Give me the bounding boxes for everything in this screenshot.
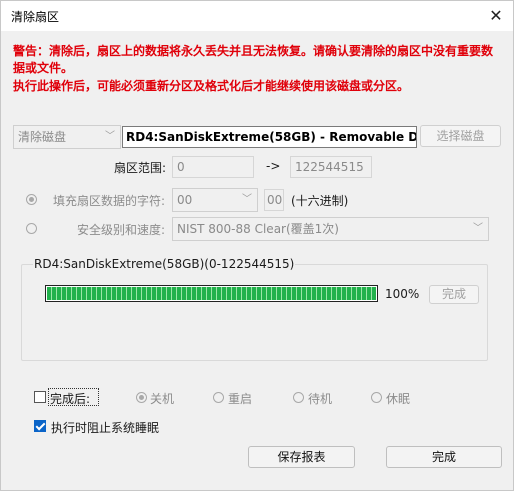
close-icon[interactable]: ✕	[485, 5, 507, 27]
option-restart-radio[interactable]	[213, 392, 224, 403]
after-completion-label: 完成后:	[50, 392, 91, 406]
sector-start-field[interactable]: 0	[172, 156, 254, 178]
progress-done-button[interactable]: 完成	[429, 285, 479, 304]
fill-character-combo[interactable]: 00 ﹀	[172, 188, 258, 212]
fill-character-radio[interactable]	[26, 194, 37, 205]
select-disk-button[interactable]: 选择磁盘	[420, 125, 501, 147]
finish-button[interactable]: 完成	[386, 446, 502, 468]
option-shutdown-radio[interactable]	[136, 392, 147, 403]
fill-hex-field[interactable]: 00	[264, 189, 284, 211]
warning-text-line3: 执行此操作后，可能必须重新分区及格式化后才能继续使用该磁盘或分区。	[13, 79, 410, 93]
chevron-down-icon: ﹀	[473, 223, 483, 234]
progress-group-title: RD4:SanDiskExtreme(58GB)(0-122544515)	[33, 257, 296, 271]
hex-note-label: (十六进制)	[291, 194, 349, 208]
option-standby-label: 待机	[308, 392, 333, 406]
clear-type-combo-value: 清除磁盘	[18, 130, 67, 144]
title-bar: 清除扇区 ✕	[1, 1, 513, 31]
save-report-button[interactable]: 保存报表	[248, 446, 355, 468]
option-hibernate-label: 休眠	[386, 392, 411, 406]
option-standby-radio[interactable]	[293, 392, 304, 403]
clear-type-combo[interactable]: 清除磁盘 ﹀	[13, 125, 121, 149]
chevron-down-icon: ﹀	[105, 131, 115, 142]
selected-disk-field[interactable]: RD4:SanDiskExtreme(58GB) - Removable Dis…	[122, 126, 417, 148]
option-shutdown-label: 关机	[150, 392, 175, 406]
progress-bar-fill	[47, 287, 376, 300]
chevron-down-icon: ﹀	[242, 194, 252, 205]
prevent-sleep-label: 执行时阻止系统睡眠	[51, 421, 160, 435]
security-level-combo-value: NIST 800-88 Clear(覆盖1次)	[177, 222, 339, 236]
prevent-sleep-checkbox[interactable]	[34, 420, 46, 432]
fill-character-label: 填充扇区数据的字符:	[53, 194, 166, 208]
fill-character-combo-value: 00	[177, 193, 193, 207]
warning-text-line2: 据或文件。	[13, 61, 74, 75]
sector-range-label: 扇区范围:	[114, 161, 167, 175]
security-level-combo[interactable]: NIST 800-88 Clear(覆盖1次) ﹀	[172, 217, 489, 241]
after-completion-checkbox[interactable]	[34, 391, 46, 403]
warning-text-line1: 警告：清除后，扇区上的数据将永久丢失并且无法恢复。请确认要清除的扇区中没有重要数	[13, 44, 494, 58]
progress-percent: 100%	[385, 287, 420, 301]
security-level-label: 安全级别和速度:	[77, 223, 166, 237]
progress-group	[21, 264, 488, 361]
sector-range-arrow: ->	[266, 159, 281, 173]
option-restart-label: 重启	[228, 392, 253, 406]
option-hibernate-radio[interactable]	[371, 392, 382, 403]
sector-end-field[interactable]: 122544515	[290, 156, 372, 178]
clear-sectors-dialog: 清除扇区 ✕ 警告：清除后，扇区上的数据将永久丢失并且无法恢复。请确认要清除的扇…	[0, 0, 514, 491]
progress-bar	[45, 285, 378, 302]
window-title: 清除扇区	[11, 10, 60, 24]
security-level-radio[interactable]	[26, 223, 37, 234]
